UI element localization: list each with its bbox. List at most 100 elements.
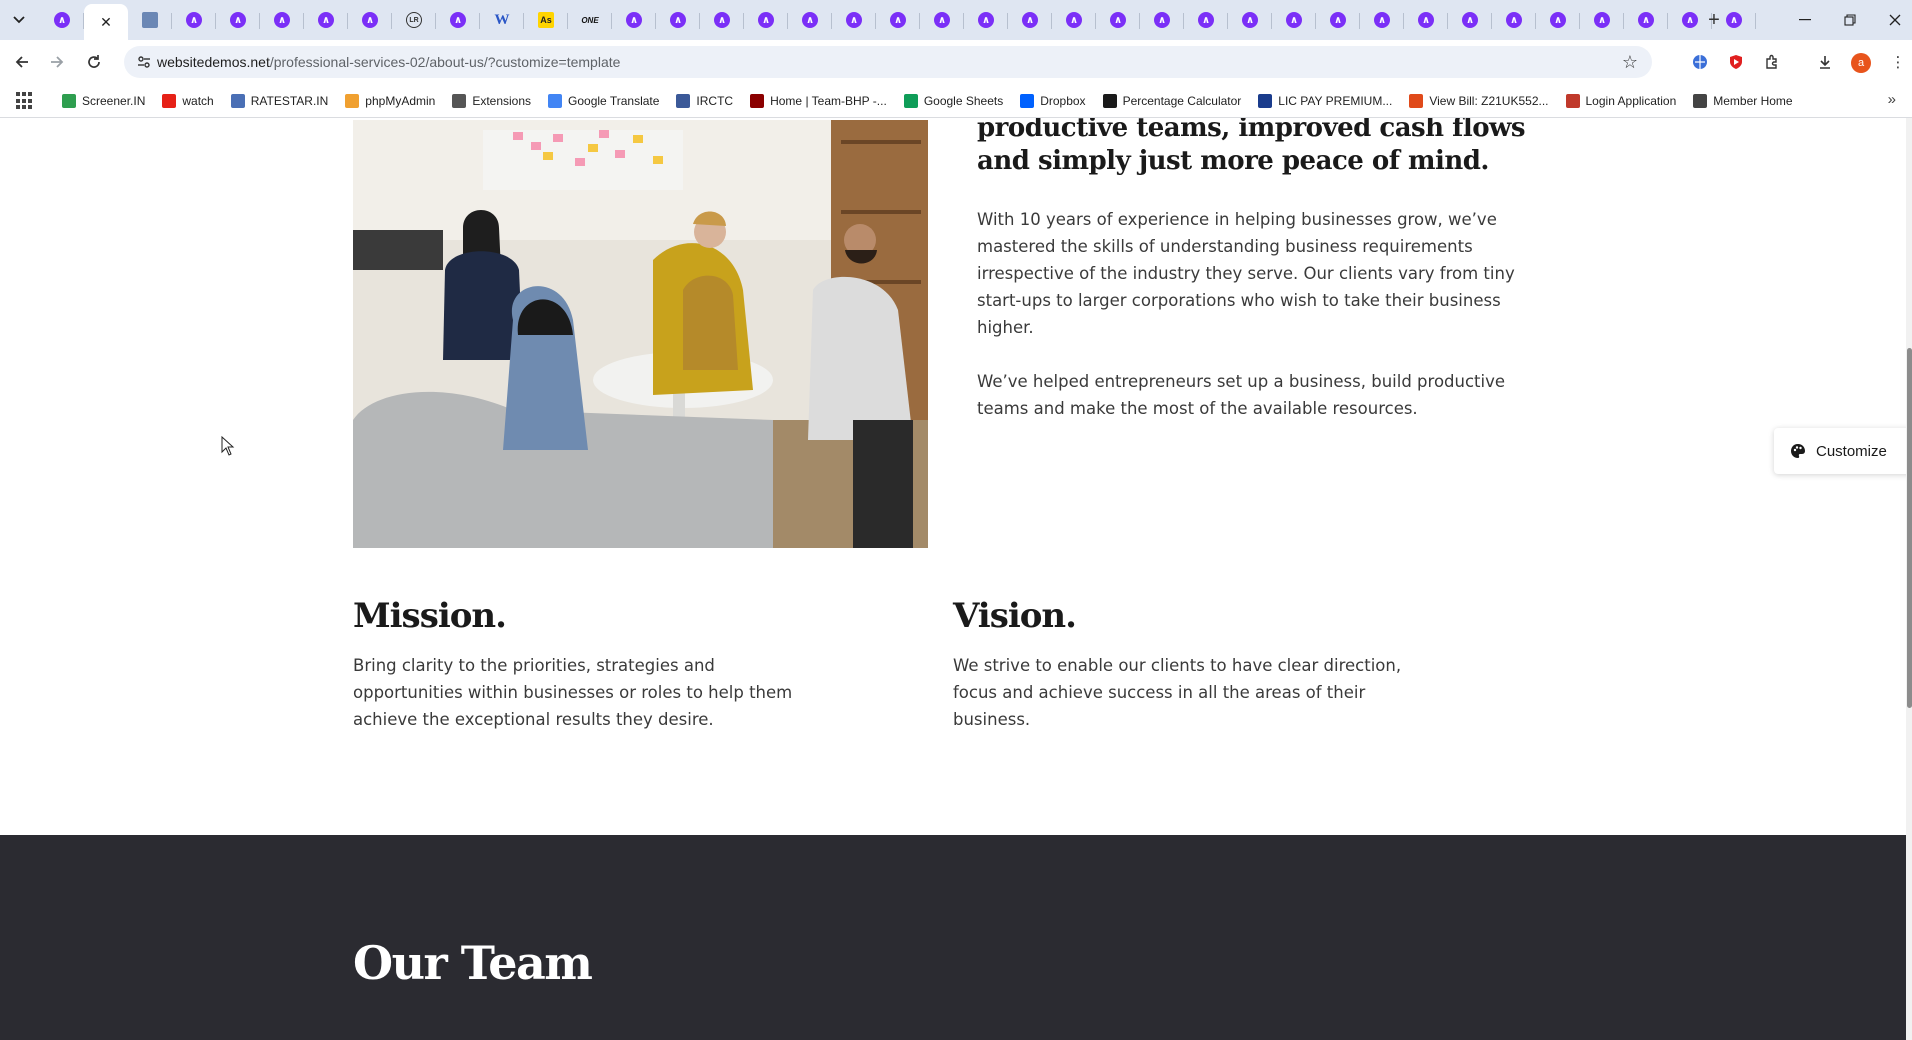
arrow-right-icon xyxy=(51,56,64,68)
tab[interactable]: ∧ xyxy=(656,4,700,36)
bookmark-item[interactable]: Screener.IN xyxy=(62,91,145,111)
wordpress-icon: W xyxy=(494,11,510,28)
astra-icon: ∧ xyxy=(1638,12,1654,28)
bookmark-star-icon[interactable]: ☆ xyxy=(1622,52,1638,73)
tab[interactable]: ∧ xyxy=(1052,4,1096,36)
bookmark-item[interactable]: Member Home xyxy=(1693,91,1793,111)
page-viewport: productive teams, improved cash flows an… xyxy=(0,118,1912,1040)
back-button[interactable] xyxy=(10,50,34,74)
minimize-button[interactable] xyxy=(1782,6,1828,34)
tab[interactable]: ∧ xyxy=(1140,4,1184,36)
bookmark-item[interactable]: Extensions xyxy=(452,91,531,111)
bookmark-item[interactable]: Google Sheets xyxy=(903,91,1003,111)
tab[interactable]: ∧ xyxy=(1404,4,1448,36)
tab[interactable]: LR xyxy=(392,4,436,36)
tab-active[interactable]: ∧✕ xyxy=(84,4,128,40)
astra-icon: ∧ xyxy=(1154,12,1170,28)
browser-menu-icon[interactable]: ⋮ xyxy=(1886,50,1910,74)
bookmark-favicon-icon xyxy=(1409,94,1424,108)
tab[interactable] xyxy=(128,4,172,36)
close-window-button[interactable] xyxy=(1872,6,1912,34)
tab[interactable]: ∧ xyxy=(700,4,744,36)
tab[interactable]: ∧ xyxy=(172,4,216,36)
astra-icon: ∧ xyxy=(626,12,642,28)
astra-icon: ∧ xyxy=(1198,12,1214,28)
new-tab-button[interactable]: + xyxy=(1702,8,1726,32)
bookmark-favicon-icon xyxy=(230,94,245,108)
extension-globe-icon[interactable] xyxy=(1688,50,1712,74)
astra-icon: ∧ xyxy=(978,12,994,28)
tab[interactable]: ∧ xyxy=(1360,4,1404,36)
bookmark-item[interactable]: phpMyAdmin xyxy=(345,91,435,111)
intro-paragraph-1: With 10 years of experience in helping b… xyxy=(977,210,1515,337)
tab[interactable]: ∧ xyxy=(304,4,348,36)
tab[interactable]: ∧ xyxy=(1008,4,1052,36)
forward-button[interactable] xyxy=(45,50,69,74)
tab-close-icon[interactable]: ✕ xyxy=(98,14,114,30)
astra-icon: ∧ xyxy=(1462,12,1478,28)
tab[interactable]: ONE xyxy=(568,4,612,36)
scrollbar-thumb[interactable] xyxy=(1907,348,1912,708)
astra-icon: ∧ xyxy=(1330,12,1346,28)
bookmark-item[interactable]: LIC PAY PREMIUM... xyxy=(1258,91,1392,111)
tab[interactable]: ∧ xyxy=(1492,4,1536,36)
bookmark-label: IRCTC xyxy=(696,94,734,108)
bookmark-item[interactable]: Login Application xyxy=(1565,91,1676,111)
tab[interactable]: ∧ xyxy=(436,4,480,36)
tab[interactable]: ∧ xyxy=(348,4,392,36)
bookmark-item[interactable]: Google Translate xyxy=(548,91,659,111)
tab[interactable]: ∧ xyxy=(1096,4,1140,36)
profile-avatar[interactable]: a xyxy=(1851,53,1871,73)
bookmark-item[interactable]: Percentage Calculator xyxy=(1102,91,1241,111)
close-icon xyxy=(1889,14,1901,26)
bookmark-item[interactable]: watch xyxy=(162,91,214,111)
tab[interactable]: ∧ xyxy=(832,4,876,36)
apps-grid-icon[interactable] xyxy=(16,92,34,110)
tab[interactable]: ∧ xyxy=(1316,4,1360,36)
tab[interactable]: As xyxy=(524,4,568,36)
astra-icon: ∧ xyxy=(1110,12,1126,28)
bookmark-item[interactable]: View Bill: Z21UK552... xyxy=(1409,91,1549,111)
bookmarks-overflow-icon[interactable]: » xyxy=(1888,91,1896,108)
tab[interactable]: ∧ xyxy=(920,4,964,36)
download-icon[interactable] xyxy=(1813,50,1837,74)
bookmark-label: LIC PAY PREMIUM... xyxy=(1278,94,1393,108)
tab[interactable]: ∧ xyxy=(260,4,304,36)
tab[interactable]: ∧ xyxy=(216,4,260,36)
tab[interactable]: ∧ xyxy=(40,4,84,36)
reload-button[interactable] xyxy=(82,50,106,74)
team-title: Our Team xyxy=(353,936,593,990)
tab[interactable]: W xyxy=(480,4,524,36)
bookmark-label: Screener.IN xyxy=(82,94,146,108)
bookmark-item[interactable]: RATESTAR.IN xyxy=(230,91,329,111)
tab-search-button[interactable] xyxy=(8,9,30,31)
bookmark-label: RATESTAR.IN xyxy=(250,94,329,108)
tab[interactable]: ∧ xyxy=(1580,4,1624,36)
tab[interactable]: ∧ xyxy=(1228,4,1272,36)
restore-button[interactable] xyxy=(1827,6,1873,34)
bookmark-favicon-icon xyxy=(62,94,76,108)
bookmark-favicon-icon xyxy=(1020,94,1035,108)
tab[interactable]: ∧ xyxy=(964,4,1008,36)
tab[interactable]: ∧ xyxy=(1624,4,1668,36)
extension-shield-icon[interactable] xyxy=(1724,50,1748,74)
meeting-illustration xyxy=(353,120,928,548)
address-bar[interactable]: websitedemos.net/professional-services-0… xyxy=(124,46,1652,78)
tab[interactable]: ∧ xyxy=(1184,4,1228,36)
site-info-icon[interactable] xyxy=(136,54,152,70)
bookmark-item[interactable]: Home | Team-BHP -... xyxy=(750,91,887,111)
extensions-puzzle-icon[interactable] xyxy=(1760,50,1784,74)
astra-icon: ∧ xyxy=(890,12,906,28)
customize-button[interactable]: Customize xyxy=(1774,428,1912,474)
bookmark-label: View Bill: Z21UK552... xyxy=(1429,94,1549,108)
tab[interactable]: ∧ xyxy=(612,4,656,36)
tab[interactable]: ∧ xyxy=(744,4,788,36)
tab[interactable]: ∧ xyxy=(788,4,832,36)
bookmark-item[interactable]: Dropbox xyxy=(1020,91,1086,111)
astra-icon: ∧ xyxy=(1374,12,1390,28)
bookmark-item[interactable]: IRCTC xyxy=(676,91,733,111)
tab[interactable]: ∧ xyxy=(1448,4,1492,36)
tab[interactable]: ∧ xyxy=(1272,4,1316,36)
tab[interactable]: ∧ xyxy=(1536,4,1580,36)
tab[interactable]: ∧ xyxy=(876,4,920,36)
